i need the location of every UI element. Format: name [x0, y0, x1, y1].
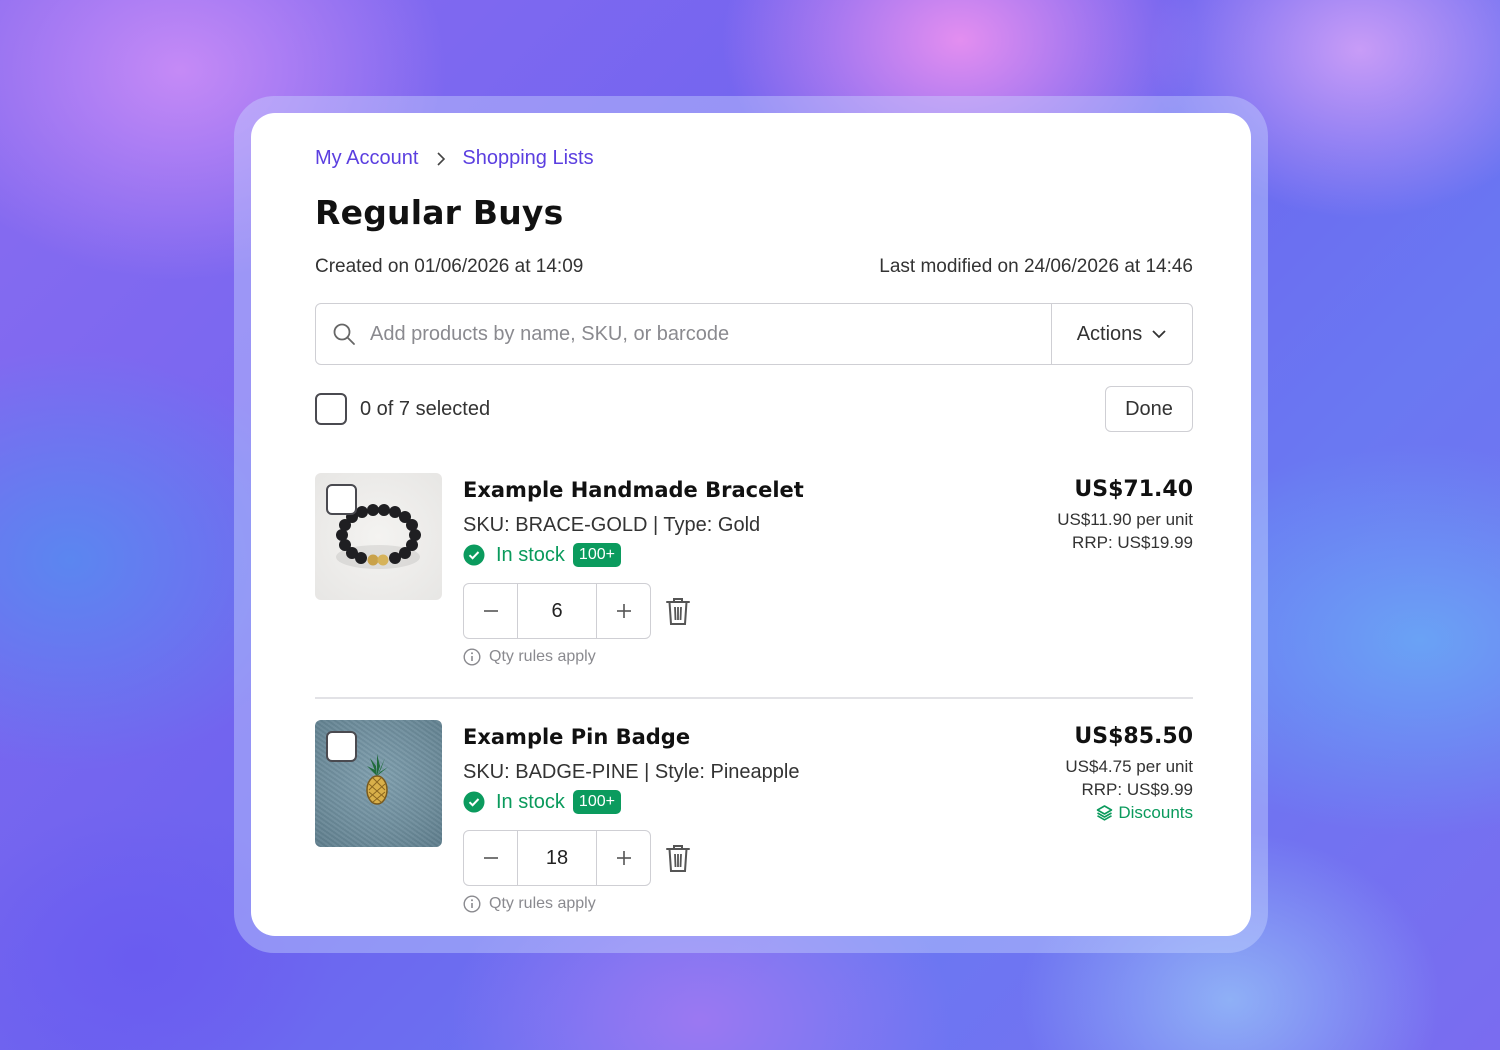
product-name[interactable]: Example Pin Badge [463, 725, 690, 749]
breadcrumb-my-account[interactable]: My Account [315, 147, 418, 170]
check-circle-icon [463, 544, 485, 566]
selection-row: 0 of 7 selected Done [315, 386, 1193, 432]
item-checkbox[interactable] [326, 731, 357, 762]
increment-button[interactable] [597, 584, 650, 638]
trash-icon[interactable] [665, 596, 691, 626]
check-circle-icon [463, 791, 485, 813]
product-name[interactable]: Example Handmade Bracelet [463, 478, 804, 502]
info-icon [463, 895, 481, 913]
unit-price: US$4.75 per unit [1065, 757, 1193, 776]
actions-label: Actions [1076, 322, 1143, 345]
increment-button[interactable] [597, 831, 650, 885]
chevron-down-icon [1152, 330, 1166, 339]
discounts-label: Discounts [1118, 803, 1193, 822]
stock-status: In stock 100+ [463, 543, 621, 567]
actions-dropdown[interactable]: Actions [1051, 304, 1192, 364]
stock-badge: 100+ [572, 543, 621, 567]
qty-rules-note[interactable]: Qty rules apply [463, 648, 596, 666]
total-price: US$85.50 [1074, 724, 1193, 749]
page-title: Regular Buys [315, 193, 564, 232]
qty-rules-note[interactable]: Qty rules apply [463, 895, 596, 913]
price-block: US$85.50 US$4.75 per unit RRP: US$9.99 D… [1065, 724, 1193, 824]
stock-label: In stock [496, 790, 565, 813]
decrement-button[interactable] [464, 831, 517, 885]
modified-date: Last modified on 24/06/2026 at 14:46 [879, 256, 1193, 277]
search-icon [333, 323, 355, 345]
qty-rules-label: Qty rules apply [489, 648, 596, 665]
quantity-stepper: 18 [463, 830, 651, 886]
stock-label: In stock [496, 543, 565, 566]
decrement-button[interactable] [464, 584, 517, 638]
plus-icon [616, 604, 631, 618]
item-divider [315, 697, 1193, 699]
info-icon [463, 648, 481, 666]
quantity-stepper: 6 [463, 583, 651, 639]
product-sku: SKU: BRACE-GOLD | Type: Gold [463, 514, 761, 536]
selection-count: 0 of 7 selected [360, 398, 491, 420]
chevron-right-icon [437, 151, 446, 166]
shopping-list-card: My Account Shopping Lists Regular Buys C… [251, 113, 1251, 936]
total-price: US$71.40 [1074, 477, 1193, 502]
search-input[interactable] [370, 322, 970, 346]
minus-icon [483, 610, 498, 612]
search-field [316, 304, 1051, 364]
trash-icon[interactable] [665, 843, 691, 873]
quantity-value[interactable]: 6 [517, 584, 597, 638]
rrp-price: RRP: US$9.99 [1081, 780, 1194, 799]
breadcrumb: My Account Shopping Lists [315, 147, 594, 170]
plus-icon [616, 851, 631, 865]
list-item: Example Pin Badge SKU: BADGE-PINE | Styl… [315, 720, 1193, 930]
created-date: Created on 01/06/2026 at 14:09 [315, 256, 584, 277]
stock-status: In stock 100+ [463, 790, 621, 814]
quantity-value[interactable]: 18 [517, 831, 597, 885]
unit-price: US$11.90 per unit [1057, 510, 1193, 529]
qty-rules-label: Qty rules apply [489, 895, 596, 912]
stock-badge: 100+ [572, 790, 621, 814]
done-button[interactable]: Done [1105, 386, 1193, 432]
list-item: Example Handmade Bracelet SKU: BRACE-GOL… [315, 473, 1193, 683]
rrp-price: RRP: US$19.99 [1072, 533, 1193, 552]
item-checkbox[interactable] [326, 484, 357, 515]
price-block: US$71.40 US$11.90 per unit RRP: US$19.99 [1057, 477, 1193, 554]
product-sku: SKU: BADGE-PINE | Style: Pineapple [463, 761, 800, 783]
product-image [315, 720, 442, 847]
list-meta: Created on 01/06/2026 at 14:09 Last modi… [315, 256, 1193, 278]
discounts-link[interactable]: Discounts [1065, 801, 1193, 824]
layers-icon [1097, 805, 1113, 821]
search-bar: Actions [315, 303, 1193, 365]
product-image [315, 473, 442, 600]
breadcrumb-shopping-lists[interactable]: Shopping Lists [462, 147, 593, 170]
minus-icon [483, 857, 498, 859]
select-all-checkbox[interactable] [315, 393, 347, 425]
